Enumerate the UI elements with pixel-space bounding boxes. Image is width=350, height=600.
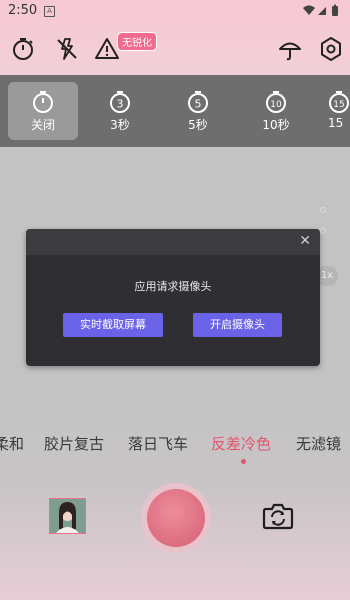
dialog-message: 应用请求摄像头 [134, 280, 212, 293]
timer-icon[interactable] [10, 36, 36, 62]
wifi-signal-battery-icon [303, 4, 338, 16]
timer-3-icon: 3 [110, 91, 130, 113]
preview-indicator-dot [320, 207, 326, 213]
timer-off-icon [33, 91, 53, 113]
notification-icon: A [44, 6, 55, 17]
status-time: 2:50 [8, 3, 38, 18]
svg-text:3: 3 [117, 98, 124, 111]
timer-option-10s[interactable]: 10 10秒 [241, 82, 311, 140]
thumbnail-photo [50, 499, 85, 533]
gallery-thumbnail[interactable] [49, 498, 86, 534]
umbrella-icon[interactable] [277, 36, 303, 62]
timer-15-icon: 15 [329, 91, 349, 113]
dialog-header [26, 229, 320, 255]
svg-text:15: 15 [333, 100, 344, 110]
svg-text:10: 10 [270, 100, 282, 110]
timer-option-off[interactable]: 关闭 [8, 82, 78, 140]
timer-option-label: 关闭 [30, 118, 55, 132]
filter-item[interactable]: 落日飞车 [128, 433, 188, 454]
timer-option-5s[interactable]: 5 5秒 [163, 82, 233, 140]
status-icons [302, 3, 344, 22]
camera-permission-dialog: ✕ 应用请求摄像头 实时截取屏幕 开启摄像头 [26, 229, 320, 366]
timer-option-label: 5秒 [188, 118, 208, 132]
shutter-button[interactable] [147, 489, 205, 547]
enable-camera-button[interactable]: 开启摄像头 [193, 313, 282, 337]
svg-text:5: 5 [195, 98, 202, 111]
preview-indicator-dot [320, 228, 326, 234]
timer-option-3s[interactable]: 3 3秒 [85, 82, 155, 140]
active-filter-indicator [241, 459, 246, 464]
timer-5-icon: 5 [188, 91, 208, 113]
filter-item-active[interactable]: 反差冷色 [211, 433, 271, 454]
switch-camera-icon[interactable] [262, 502, 294, 534]
timer-option-label: 10秒 [262, 118, 290, 132]
capture-screen-button[interactable]: 实时截取屏幕 [63, 313, 163, 337]
close-icon[interactable]: ✕ [299, 234, 311, 248]
timer-10-icon: 10 [266, 91, 286, 113]
settings-hex-icon[interactable] [318, 36, 344, 62]
filter-item[interactable]: 无滤镜 [296, 433, 341, 454]
filter-item[interactable]: 胶片复古 [44, 433, 104, 454]
filter-item[interactable]: 柔和 [0, 433, 24, 454]
sharpen-badge: 无锐化 [117, 32, 157, 51]
timer-option-label: 3秒 [110, 118, 130, 132]
timer-option-15s[interactable]: 15 15 [318, 82, 350, 140]
flash-off-icon[interactable] [54, 36, 80, 62]
timer-option-label: 15 [328, 116, 344, 130]
